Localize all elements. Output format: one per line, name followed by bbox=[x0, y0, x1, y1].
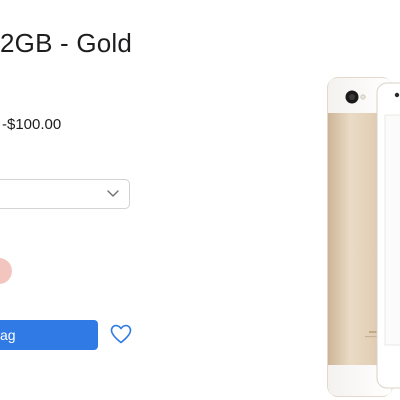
color-swatch[interactable] bbox=[0, 258, 12, 284]
chevron-down-icon bbox=[107, 190, 119, 197]
add-to-bag-button[interactable]: ag bbox=[0, 320, 98, 350]
product-price: -$100.00 bbox=[2, 116, 62, 133]
product-image bbox=[327, 77, 400, 397]
option-select[interactable] bbox=[0, 179, 130, 209]
heart-icon[interactable] bbox=[109, 322, 133, 346]
product-title: 2GB - Gold bbox=[0, 28, 133, 58]
